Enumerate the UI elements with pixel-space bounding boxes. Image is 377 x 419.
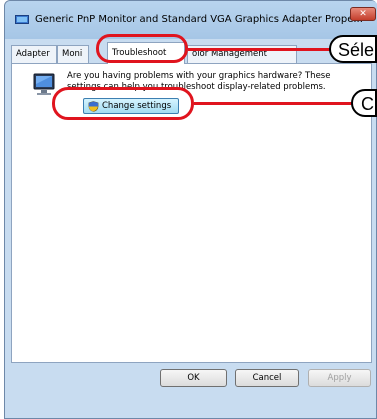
ok-button[interactable]: OK [160, 369, 227, 387]
tab-adapter[interactable]: Adapter [11, 45, 57, 63]
window-title: Generic PnP Monitor and Standard VGA Gra… [35, 14, 363, 25]
callout-label-tab: Séle [329, 35, 377, 63]
tab-monitor[interactable]: Moni [57, 45, 89, 63]
callout-line-button [194, 102, 352, 105]
apply-button[interactable]: Apply [308, 369, 371, 387]
monitor-app-icon [15, 15, 29, 24]
callout-line-tab [188, 48, 330, 51]
callout-label-button: C [351, 89, 377, 117]
close-button[interactable]: ✕ [350, 7, 376, 21]
title-bar[interactable]: Generic PnP Monitor and Standard VGA Gra… [5, 1, 377, 39]
properties-dialog: Generic PnP Monitor and Standard VGA Gra… [4, 0, 377, 419]
callout-oval-tab [96, 34, 188, 63]
cancel-button[interactable]: Cancel [235, 369, 299, 387]
callout-oval-button [52, 87, 194, 120]
